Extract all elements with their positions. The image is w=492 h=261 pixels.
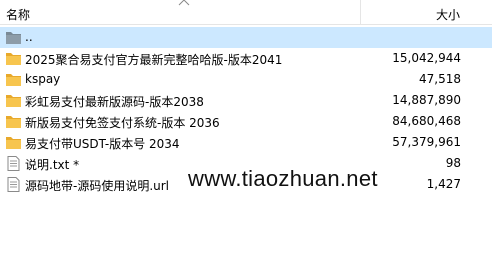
column-divider[interactable] [360, 0, 361, 25]
file-size: 57,379,961 [392, 135, 461, 149]
file-name: 源码地带-源码使用说明.url [25, 179, 170, 193]
folder-icon [6, 137, 21, 149]
file-size: 84,680,468 [392, 114, 461, 128]
column-header: 名称 大小 [0, 0, 492, 25]
folder-icon [6, 74, 21, 86]
size-column-header[interactable]: 大小 [436, 6, 460, 23]
file-name: 新版易支付免签支付系统-版本 2036 [25, 116, 220, 130]
file-size: 15,042,944 [392, 51, 461, 65]
file-name: 2025聚合易支付官方最新完整哈哈版-版本2041 [25, 53, 283, 67]
folder-icon [6, 95, 21, 107]
watermark-text: www.tiaozhuan.net [188, 166, 378, 191]
folder-icon [6, 116, 21, 128]
file-name: kspay [25, 72, 61, 86]
list-item-parent[interactable]: .. [0, 27, 492, 48]
file-name: 彩虹易支付最新版源码-版本2038 [25, 95, 204, 109]
list-item-folder[interactable]: 彩虹易支付最新版源码-版本2038 14,887,890 [0, 90, 492, 111]
file-name: .. [25, 30, 33, 44]
list-item-folder[interactable]: 易支付带USDT-版本号 2034 57,379,961 [0, 132, 492, 153]
file-size: 1,427 [426, 177, 461, 191]
file-size: 14,887,890 [392, 93, 461, 107]
file-name: 说明.txt * [25, 158, 80, 172]
folder-up-icon [6, 32, 21, 44]
list-item-folder[interactable]: 2025聚合易支付官方最新完整哈哈版-版本2041 15,042,944 [0, 48, 492, 69]
folder-icon [6, 53, 21, 65]
name-column-header[interactable]: 名称 [6, 6, 30, 23]
list-item-folder[interactable]: 新版易支付免签支付系统-版本 2036 84,680,468 [0, 111, 492, 132]
text-file-icon [7, 156, 20, 171]
list-item-folder[interactable]: kspay 47,518 [0, 69, 492, 90]
text-file-icon [7, 177, 20, 192]
file-name: 易支付带USDT-版本号 2034 [25, 137, 180, 151]
sort-ascending-icon [178, 0, 190, 6]
file-size: 47,518 [419, 72, 461, 86]
file-size: 98 [445, 156, 461, 170]
